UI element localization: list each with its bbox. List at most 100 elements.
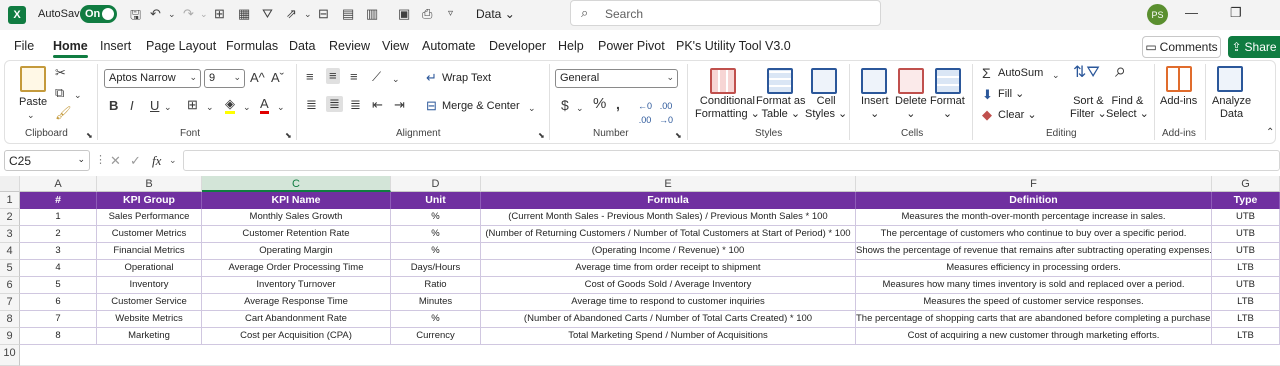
increase-indent-icon[interactable]: ⇥: [394, 98, 405, 112]
font-name-select[interactable]: Aptos Narrow ⌄: [104, 69, 201, 88]
table-cell[interactable]: %: [391, 226, 481, 243]
delete-cells-icon[interactable]: [898, 68, 924, 94]
currency-dropdown-icon[interactable]: ⌄: [576, 101, 584, 115]
table-cell[interactable]: %: [391, 311, 481, 328]
table-cell[interactable]: Customer Retention Rate: [202, 226, 391, 243]
table-cell[interactable]: Financial Metrics: [97, 243, 202, 260]
table-cell[interactable]: The percentage of customers who continue…: [856, 226, 1212, 243]
row-header[interactable]: 6: [0, 277, 20, 294]
table-cell[interactable]: Sales Performance: [97, 209, 202, 226]
align-left-icon[interactable]: ≣: [306, 98, 317, 112]
cut-icon[interactable]: ✂: [55, 66, 66, 80]
row-header[interactable]: 9: [0, 328, 20, 345]
table-cell[interactable]: LTB: [1212, 328, 1280, 345]
increase-font-icon[interactable]: A^: [250, 71, 265, 85]
decrease-decimal-icon[interactable]: .00 →0: [659, 99, 673, 127]
autosum-dropdown-icon[interactable]: ⌄: [1052, 68, 1060, 82]
table-cell[interactable]: 5: [20, 277, 97, 294]
table-icon[interactable]: ▤: [342, 6, 354, 24]
table-header-cell[interactable]: KPI Group: [97, 192, 202, 209]
share-quick-icon[interactable]: ⇗: [286, 6, 297, 24]
form-icon[interactable]: ▣: [398, 6, 410, 24]
table-cell[interactable]: Minutes: [391, 294, 481, 311]
table-header-cell[interactable]: Definition: [856, 192, 1212, 209]
fill-button[interactable]: Fill ⌄: [998, 88, 1024, 101]
print-icon[interactable]: ⎙: [422, 6, 432, 24]
borders-dropdown-icon[interactable]: ⌄: [206, 100, 214, 114]
tab-developer[interactable]: Developer: [489, 39, 546, 53]
customize-qat-icon[interactable]: ▿: [448, 8, 453, 26]
column-header-e[interactable]: E: [481, 176, 856, 192]
analyze-data-icon[interactable]: [1217, 66, 1243, 92]
format-cells-icon[interactable]: [935, 68, 961, 94]
table-cell[interactable]: Cost of Goods Sold / Average Inventory: [481, 277, 856, 294]
delete-cells-button[interactable]: Delete ⌄: [895, 95, 927, 121]
table-cell[interactable]: %: [391, 243, 481, 260]
table-cell[interactable]: 7: [20, 311, 97, 328]
tab-formulas[interactable]: Formulas: [226, 39, 278, 53]
borders-icon[interactable]: ⊞: [214, 6, 225, 24]
format-as-table-icon[interactable]: [767, 68, 793, 94]
table-header-cell[interactable]: KPI Name: [202, 192, 391, 209]
table-cell[interactable]: UTB: [1212, 277, 1280, 294]
paste-icon[interactable]: [20, 66, 46, 92]
table-cell[interactable]: Operating Margin: [202, 243, 391, 260]
tab-data[interactable]: Data: [289, 39, 315, 53]
name-box[interactable]: C25 ⌄: [4, 150, 90, 171]
table-cell[interactable]: Measures how many times inventory is sol…: [856, 277, 1212, 294]
table-cell[interactable]: 8: [20, 328, 97, 345]
row-header[interactable]: 2: [0, 209, 20, 226]
table-cell[interactable]: The percentage of shopping carts that ar…: [856, 311, 1212, 328]
row-header[interactable]: 3: [0, 226, 20, 243]
table-header-cell[interactable]: Type: [1212, 192, 1280, 209]
alignment-launcher-icon[interactable]: ⬊: [538, 129, 545, 143]
autosave-toggle[interactable]: On: [80, 5, 117, 23]
table-cell[interactable]: (Current Month Sales - Previous Month Sa…: [481, 209, 856, 226]
borders-icon[interactable]: ⊞: [187, 98, 198, 112]
bold-button[interactable]: B: [109, 99, 118, 113]
table-cell[interactable]: Ratio: [391, 277, 481, 294]
enter-icon[interactable]: ✓: [130, 153, 141, 169]
row-header[interactable]: 5: [0, 260, 20, 277]
fx-dropdown-icon[interactable]: ⌄: [169, 155, 177, 166]
save-icon[interactable]: 🖫: [130, 6, 141, 24]
table-cell[interactable]: Inventory Turnover: [202, 277, 391, 294]
table-cell[interactable]: Customer Service: [97, 294, 202, 311]
table-cell[interactable]: Currency: [391, 328, 481, 345]
decrease-indent-icon[interactable]: ⇤: [372, 98, 383, 112]
merge-center-icon[interactable]: ⊟: [426, 99, 437, 113]
font-launcher-icon[interactable]: ⬊: [285, 129, 292, 143]
row-header[interactable]: 10: [0, 345, 20, 366]
select-all-corner[interactable]: [0, 176, 20, 192]
table-cell[interactable]: Average Order Processing Time: [202, 260, 391, 277]
table-cell[interactable]: Operational: [97, 260, 202, 277]
align-center-icon[interactable]: ≣: [326, 96, 343, 112]
tab-power-pivot[interactable]: Power Pivot: [598, 39, 665, 53]
insert-function-button[interactable]: fx: [152, 153, 161, 169]
clipboard-launcher-icon[interactable]: ⬊: [86, 129, 93, 143]
table-cell[interactable]: %: [391, 209, 481, 226]
align-bottom-icon[interactable]: ≡: [350, 70, 358, 84]
cell-styles-icon[interactable]: [811, 68, 837, 94]
redo-dropdown-icon[interactable]: ⌄: [200, 9, 208, 27]
font-color-dropdown-icon[interactable]: ⌄: [277, 100, 285, 114]
table-cell[interactable]: LTB: [1212, 260, 1280, 277]
row-header[interactable]: 8: [0, 311, 20, 328]
table-cell[interactable]: 4: [20, 260, 97, 277]
filter-icon[interactable]: ⛛: [262, 6, 273, 24]
comments-button[interactable]: ▭ Comments: [1142, 36, 1221, 58]
table-cell[interactable]: Monthly Sales Growth: [202, 209, 391, 226]
merge-center-button[interactable]: Merge & Center: [442, 100, 520, 113]
orientation-dropdown-icon[interactable]: ⌄: [392, 72, 400, 86]
minimize-icon[interactable]: —: [1185, 5, 1198, 20]
search-box[interactable]: ⌕ Search: [570, 0, 881, 26]
collapse-ribbon-icon[interactable]: ⌃: [1266, 126, 1274, 140]
more-options-icon[interactable]: ⋮: [95, 153, 106, 166]
row-header[interactable]: 7: [0, 294, 20, 311]
table-cell[interactable]: Measures the speed of customer service r…: [856, 294, 1212, 311]
table-cell[interactable]: 2: [20, 226, 97, 243]
table-cell[interactable]: Measures efficiency in processing orders…: [856, 260, 1212, 277]
wrap-text-button[interactable]: Wrap Text: [442, 72, 491, 85]
copy-dropdown-icon[interactable]: ⌄: [74, 88, 82, 102]
paste-dropdown-icon[interactable]: ⌄: [27, 108, 35, 122]
